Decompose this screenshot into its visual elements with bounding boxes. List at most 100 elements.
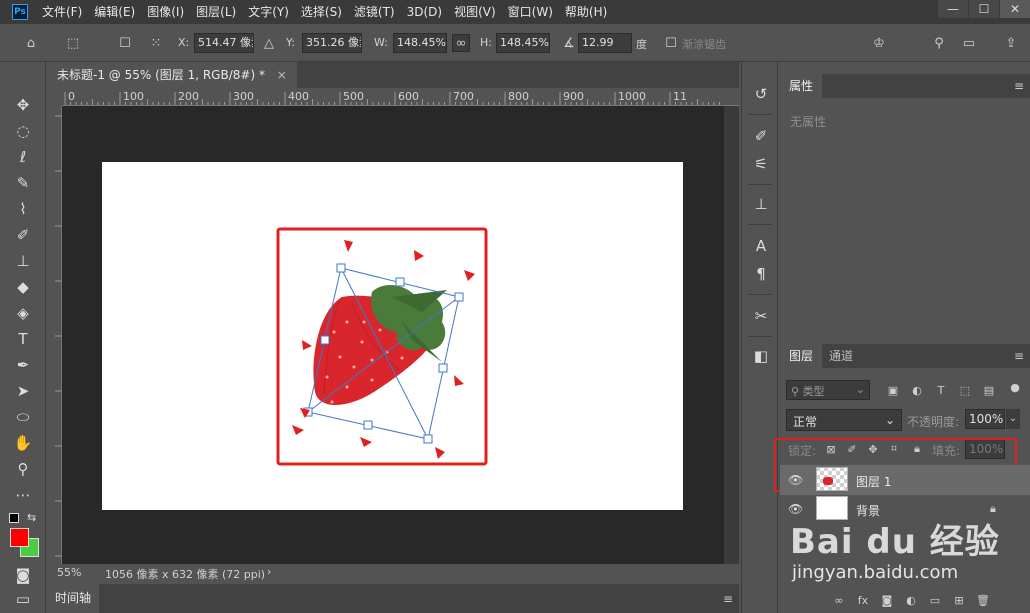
default-colors-icon[interactable] — [9, 513, 19, 523]
brush-settings-icon[interactable]: ✐ — [751, 126, 771, 146]
height-field[interactable]: 148.45% — [496, 33, 550, 53]
ruler-label: 0 — [68, 90, 75, 103]
marquee-tool-icon[interactable]: ◌ — [12, 120, 34, 142]
right-panels: 属性 ≡ 无属性 图层 通道 ≡ ⚲ 类型 ⌄ ▣ ◐ T ⬚ ▤ ● 正常 ⌄ 不… — [774, 62, 1030, 613]
filter-toggle-icon[interactable]: ● — [1008, 380, 1022, 394]
gradient-tool-icon[interactable]: ◈ — [12, 302, 34, 324]
width-field[interactable]: 148.45% — [393, 33, 447, 53]
menu-item[interactable]: 文件(F) — [36, 0, 88, 24]
layer-filter-label: 类型 — [802, 385, 825, 398]
menu-item[interactable]: 窗口(W) — [502, 0, 559, 24]
eye-icon[interactable]: 👁︎ — [788, 473, 804, 487]
link-layers-icon[interactable]: ∞ — [832, 593, 846, 607]
ruler-label: 700 — [453, 90, 474, 103]
brush-presets-icon[interactable]: ⚟ — [751, 154, 771, 174]
layers-menu-icon[interactable]: ≡ — [1014, 349, 1024, 363]
layer-style-icon[interactable]: fx — [856, 593, 870, 607]
brush-tool-icon[interactable]: ✐ — [12, 224, 34, 246]
tab-properties[interactable]: 属性 — [780, 74, 823, 98]
shape-tool-icon[interactable]: ⬭ — [12, 406, 34, 428]
menu-item[interactable]: 编辑(E) — [88, 0, 141, 24]
warp-mode-icon[interactable]: ♔ — [870, 34, 888, 52]
zoom-level[interactable]: 55% — [57, 566, 81, 579]
zoom-tool-icon[interactable]: ⚲ — [12, 458, 34, 480]
quick-mask-icon[interactable]: ◙ — [12, 564, 34, 586]
hand-tool-icon[interactable]: ✋ — [12, 432, 34, 454]
filter-smart-object-icon[interactable]: ▤ — [982, 383, 996, 397]
menu-item[interactable]: 选择(S) — [295, 0, 348, 24]
clone-source-icon[interactable]: ⊥ — [751, 194, 771, 214]
screen-mode-icon[interactable]: ▭ — [12, 588, 34, 610]
menu-item[interactable]: 图像(I) — [141, 0, 190, 24]
vertical-scrollbar[interactable] — [724, 106, 739, 564]
blend-mode-select[interactable]: 正常 ⌄ — [786, 409, 902, 431]
opacity-field[interactable]: 100% — [965, 409, 1005, 429]
path-selection-tool-icon[interactable]: ➤ — [12, 380, 34, 402]
workspace-icon[interactable]: ▭ — [960, 34, 978, 52]
tab-channels[interactable]: 通道 — [820, 344, 862, 368]
swap-colors-icon[interactable]: ⇆ — [27, 511, 36, 524]
quick-selection-tool-icon[interactable]: ✎ — [12, 172, 34, 194]
delete-layer-icon[interactable]: 🗑︎ — [976, 593, 990, 607]
eraser-tool-icon[interactable]: ◆ — [12, 276, 34, 298]
reference-point-checkbox[interactable]: ☐ — [116, 34, 134, 52]
new-group-icon[interactable]: ▭ — [928, 593, 942, 607]
maximize-button[interactable]: ☐ — [969, 0, 999, 18]
history-icon[interactable]: ↺ — [751, 84, 771, 104]
adjustment-layer-icon[interactable]: ◐ — [904, 593, 918, 607]
menu-item[interactable]: 帮助(H) — [559, 0, 613, 24]
lasso-tool-icon[interactable]: ℓ — [12, 146, 34, 168]
document-canvas[interactable] — [102, 162, 683, 510]
new-layer-icon[interactable]: ⊞ — [952, 593, 966, 607]
paragraph-icon[interactable]: ¶ — [751, 264, 771, 284]
ruler-label: 200 — [178, 90, 199, 103]
menu-item[interactable]: 3D(D) — [401, 0, 448, 24]
search-icon[interactable]: ⚲ — [930, 34, 948, 52]
add-mask-icon[interactable]: ◙ — [880, 593, 894, 607]
status-menu-arrow-icon[interactable]: › — [267, 565, 271, 578]
pen-tool-icon[interactable]: ✒ — [12, 354, 34, 376]
transform-reference-icon[interactable]: ⬚ — [64, 34, 82, 52]
interpolation-checkbox[interactable]: ☐ — [662, 34, 680, 52]
close-button[interactable]: ✕ — [1000, 0, 1030, 18]
stamp-tool-icon[interactable]: ⊥ — [12, 250, 34, 272]
layer-filter-select[interactable]: ⚲ 类型 ⌄ — [786, 380, 870, 400]
rotation-angle-field[interactable]: 12.99 — [578, 33, 632, 53]
type-tool-icon[interactable]: T — [12, 328, 34, 350]
eyedropper-tool-icon[interactable]: ⌇ — [12, 198, 34, 220]
share-icon[interactable]: ⇪ — [1002, 34, 1020, 52]
tab-layers[interactable]: 图层 — [780, 344, 823, 368]
document-tab[interactable]: 未标题-1 @ 55% (图层 1, RGB/8#) * × — [47, 62, 297, 88]
opacity-dropdown-icon[interactable]: ⌄ — [1006, 409, 1020, 429]
navigator-icon[interactable]: ◧ — [751, 346, 771, 366]
reference-grid-icon[interactable]: ⁙ — [147, 34, 165, 52]
timeline-menu-icon[interactable]: ≡ — [723, 592, 733, 606]
minimize-button[interactable]: — — [938, 0, 968, 18]
chevron-down-icon: ⌄ — [855, 383, 865, 396]
home-icon[interactable]: ⌂ — [22, 34, 40, 52]
menu-item[interactable]: 图层(L) — [190, 0, 242, 24]
character-icon[interactable]: A — [751, 236, 771, 256]
y-position-field[interactable]: 351.26 像素 — [302, 33, 362, 53]
menu-item[interactable]: 文字(Y) — [242, 0, 295, 24]
x-position-field[interactable]: 514.47 像素 — [194, 33, 254, 53]
move-tool-icon[interactable]: ✥ — [12, 94, 34, 116]
timeline-panel: 时间轴 ≡ — [47, 584, 739, 613]
relative-position-icon[interactable]: △ — [260, 34, 278, 52]
watermark-logo: Bai du 经验 — [790, 522, 1000, 562]
foreground-color-swatch[interactable] — [10, 528, 29, 547]
filter-type-icon[interactable]: T — [934, 383, 948, 397]
filter-shape-icon[interactable]: ⬚ — [958, 383, 972, 397]
tool-presets-icon[interactable]: ✂ — [751, 306, 771, 326]
filter-adjustment-icon[interactable]: ◐ — [910, 383, 924, 397]
more-tools-icon[interactable]: ⋯ — [12, 484, 34, 506]
timeline-tab[interactable]: 时间轴 — [47, 584, 100, 613]
ruler-label: 300 — [233, 90, 254, 103]
close-tab-icon[interactable]: × — [277, 68, 287, 82]
filter-pixel-icon[interactable]: ▣ — [886, 383, 900, 397]
properties-menu-icon[interactable]: ≡ — [1014, 79, 1024, 93]
menu-item[interactable]: 滤镜(T) — [348, 0, 401, 24]
link-icon[interactable]: ∞ — [452, 34, 470, 52]
layer-row[interactable]: 👁︎ 图层 1 — [780, 465, 1030, 495]
menu-item[interactable]: 视图(V) — [448, 0, 502, 24]
